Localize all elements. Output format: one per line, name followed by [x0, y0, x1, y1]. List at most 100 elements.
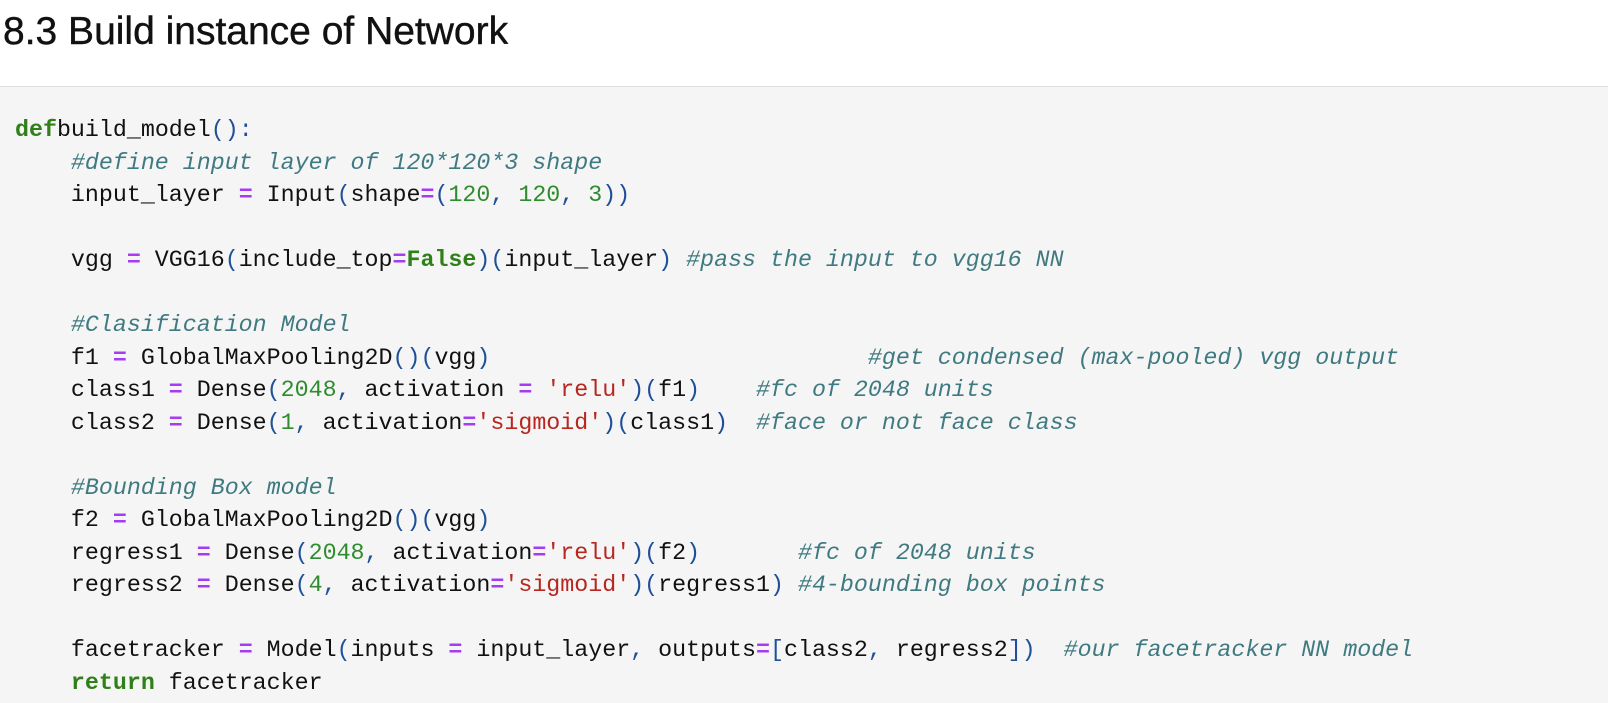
- code-comment: #pass the input to vgg16 NN: [686, 247, 1064, 273]
- code-token: activation: [364, 377, 519, 403]
- code-token: )(: [630, 377, 659, 403]
- code-token: activation: [350, 572, 491, 598]
- code-token: ,: [560, 182, 589, 208]
- code-line: #Bounding Box model: [15, 472, 1413, 505]
- code-token: facetracker: [154, 669, 323, 696]
- code-token: vgg: [434, 344, 477, 371]
- code-token: =: [420, 182, 435, 208]
- code-token: vgg: [434, 507, 477, 533]
- code-token: VGG16: [140, 247, 225, 273]
- code-token: ,: [336, 377, 365, 403]
- code-token: Model: [252, 637, 337, 663]
- code-token: ): [714, 409, 729, 436]
- code-token: (: [336, 637, 351, 663]
- code-token: =: [448, 637, 463, 663]
- code-line: class2 = Dense(1, activation='sigmoid')(…: [15, 407, 1413, 440]
- code-token: f1: [15, 344, 113, 371]
- code-line: regress2 = Dense(4, activation='sigmoid'…: [15, 569, 1413, 602]
- code-block[interactable]: defbuild_model(): #define input layer of…: [15, 114, 1413, 699]
- code-token: =: [196, 572, 211, 598]
- code-token: input_layer: [504, 247, 659, 273]
- code-token: vgg: [15, 247, 127, 273]
- code-token: inputs: [350, 637, 449, 663]
- code-token: Dense: [210, 572, 295, 598]
- code-token: Input: [252, 182, 337, 208]
- code-token: Dense: [182, 377, 267, 403]
- code-token: class1: [630, 409, 715, 436]
- code-token: )(: [630, 572, 659, 598]
- code-token: regress2: [895, 637, 1008, 663]
- code-token: f2: [15, 507, 113, 533]
- code-token: ,: [294, 409, 323, 436]
- code-token: =: [168, 409, 183, 436]
- code-token: f1: [658, 377, 687, 403]
- code-token: ,: [490, 182, 519, 208]
- code-token: ,: [630, 637, 659, 663]
- code-comment: #Clasification Model: [70, 312, 351, 338]
- code-comment: #face or not face class: [756, 409, 1078, 436]
- code-token: =: [532, 539, 547, 566]
- code-comment: #Bounding Box model: [70, 474, 337, 501]
- code-token: ): [686, 377, 701, 403]
- code-comment: #4-bounding box points: [797, 572, 1106, 598]
- code-token: regress1: [15, 539, 197, 566]
- code-token: ()(: [392, 344, 435, 371]
- code-token: ): [658, 247, 673, 273]
- code-line: defbuild_model():: [15, 114, 1413, 147]
- code-token: 1: [280, 409, 295, 436]
- code-token: regress2: [15, 572, 197, 598]
- code-token: =: [112, 507, 127, 533]
- code-token: ()(: [392, 507, 435, 533]
- code-token: ): [476, 507, 491, 533]
- code-token: input_layer: [462, 637, 631, 663]
- code-token: =: [112, 344, 127, 371]
- code-token: return: [70, 669, 155, 696]
- code-token: ]): [1007, 637, 1036, 663]
- code-token: )): [602, 182, 631, 208]
- code-token: 'relu': [546, 539, 631, 566]
- code-token: =: [462, 409, 477, 436]
- code-token: ,: [322, 572, 351, 598]
- code-token: ():: [210, 117, 253, 143]
- code-token: =: [756, 637, 770, 663]
- code-token: =: [392, 247, 407, 273]
- code-cell[interactable]: defbuild_model(): #define input layer of…: [0, 86, 1608, 703]
- code-line: #Clasification Model: [15, 309, 1413, 342]
- code-token: ): [770, 572, 784, 598]
- code-token: (: [224, 247, 239, 273]
- code-comment: #fc of 2048 units: [797, 539, 1036, 566]
- code-line: class1 = Dense(2048, activation = 'relu'…: [15, 374, 1413, 407]
- code-token: =: [196, 539, 211, 566]
- code-token: build_model: [56, 117, 211, 143]
- code-token: )(: [602, 409, 631, 436]
- code-comment: #fc of 2048 units: [756, 377, 994, 403]
- code-line: f2 = GlobalMaxPooling2D()(vgg): [15, 504, 1413, 537]
- code-token: (: [434, 182, 449, 208]
- code-token: )(: [630, 539, 659, 566]
- code-token: =: [168, 377, 183, 403]
- code-token: class2: [15, 409, 169, 436]
- code-token: activation: [322, 409, 463, 436]
- code-token: 'sigmoid': [476, 409, 603, 436]
- code-token: False: [406, 247, 477, 273]
- code-token: ,: [364, 539, 393, 566]
- code-token: ): [686, 539, 701, 566]
- code-token: 2048: [280, 377, 337, 403]
- code-token: 120: [518, 182, 561, 208]
- code-token: (: [294, 539, 309, 566]
- code-comment: #our facetracker NN model: [1063, 637, 1414, 663]
- code-token: outputs: [658, 637, 757, 663]
- code-token: =: [518, 377, 533, 403]
- code-comment: #get condensed (max-pooled) vgg output: [867, 344, 1400, 371]
- code-token: include_top: [238, 247, 393, 273]
- code-token: )(: [476, 247, 505, 273]
